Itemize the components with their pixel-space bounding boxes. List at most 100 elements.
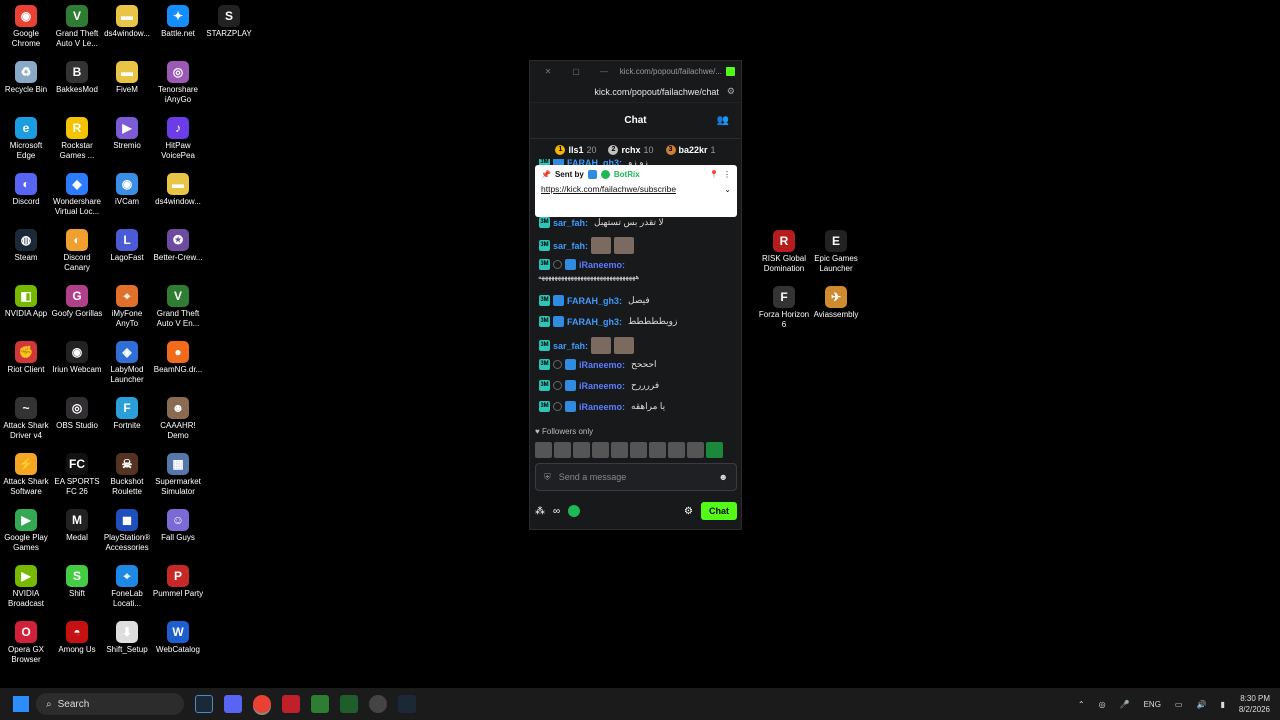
desktop-icon[interactable]: ◈ LabyMod Launcher: [101, 341, 153, 385]
chat-username[interactable]: FARAH_gh3:: [567, 296, 622, 306]
desktop-icon[interactable]: ◓ Among Us: [51, 621, 103, 655]
emote[interactable]: [668, 442, 685, 458]
desktop-icon[interactable]: ◧ NVIDIA App: [0, 285, 52, 319]
desktop-icon[interactable]: L LagoFast: [101, 229, 153, 263]
desktop-icon[interactable]: ◐ Discord Canary: [51, 229, 103, 273]
desktop-icon[interactable]: ♻ Recycle Bin: [0, 61, 52, 95]
more-icon[interactable]: ⋮: [723, 170, 731, 179]
message-input[interactable]: ⛨ Send a message ☻: [535, 463, 737, 491]
desktop-icon[interactable]: S STARZPLAY: [203, 5, 255, 39]
desktop-icon[interactable]: ✈ Aviassembly: [810, 286, 862, 320]
emote[interactable]: [706, 442, 723, 458]
emote[interactable]: [573, 442, 590, 458]
desktop-icon[interactable]: ◎ OBS Studio: [51, 397, 103, 431]
location-icon[interactable]: ◎: [1099, 700, 1106, 709]
desktop-icon[interactable]: P Pummel Party: [152, 565, 204, 599]
language-indicator[interactable]: ENG: [1144, 700, 1161, 709]
gta-taskbar-icon[interactable]: [340, 695, 358, 713]
desktop-icon[interactable]: ● BeamNG.dr...: [152, 341, 204, 375]
chat-username[interactable]: FARAH_gh3:: [567, 317, 622, 327]
desktop-icon[interactable]: F Fortnite: [101, 397, 153, 431]
desktop-icon[interactable]: ⌖ FoneLab Locati...: [101, 565, 153, 609]
volume-icon[interactable]: 🔊: [1196, 700, 1206, 709]
settings-gear-icon[interactable]: ⚙: [684, 506, 693, 517]
chat-username[interactable]: iRaneemo:: [579, 260, 625, 270]
emote[interactable]: [592, 442, 609, 458]
desktop-icon[interactable]: S Shift: [51, 565, 103, 599]
network-icon[interactable]: ▭: [1175, 700, 1183, 709]
tune-icon[interactable]: ⚙: [727, 86, 735, 97]
desktop-icon[interactable]: ⌖ iMyFone AnyTo: [101, 285, 153, 329]
chat-send-button[interactable]: Chat: [701, 502, 737, 520]
maximize-icon[interactable]: ▢: [562, 67, 590, 76]
taskbar-search[interactable]: ⌕ Search: [36, 693, 184, 715]
desktop-icon[interactable]: ◆ Wondershare Virtual Loc...: [51, 173, 103, 217]
desktop-icon[interactable]: O Opera GX Browser: [0, 621, 52, 665]
desktop-icon[interactable]: ✦ Battle.net: [152, 5, 204, 39]
emote[interactable]: [611, 442, 628, 458]
infinity-icon[interactable]: ∞: [553, 506, 560, 517]
address-bar[interactable]: kick.com/popout/failachwe/chat ⚙: [530, 81, 741, 103]
emote[interactable]: [630, 442, 647, 458]
desktop-icon[interactable]: ▦ Supermarket Simulator: [152, 453, 204, 497]
emote[interactable]: [535, 442, 552, 458]
desktop-icon[interactable]: M Medal: [51, 509, 103, 543]
desktop-icon[interactable]: ▶ NVIDIA Broadcast: [0, 565, 52, 609]
emote[interactable]: [554, 442, 571, 458]
desktop-icon[interactable]: F Forza Horizon 6: [758, 286, 810, 330]
desktop-icon[interactable]: R RISK Global Domination: [758, 230, 810, 274]
leaderboard-entry[interactable]: 3 ba22kr 1: [665, 145, 716, 155]
desktop-icon[interactable]: FC EA SPORTS FC 26: [51, 453, 103, 497]
leaderboard-entry[interactable]: 1 lls1 20: [555, 145, 596, 155]
desktop-icon[interactable]: B BakkesMod: [51, 61, 103, 95]
desktop-icon[interactable]: ▬ FiveM: [101, 61, 153, 95]
microphone-icon[interactable]: 🎤: [1120, 700, 1130, 709]
desktop-icon[interactable]: ◍ Steam: [0, 229, 52, 263]
chevron-down-icon[interactable]: ⌄: [724, 185, 731, 194]
chat-username[interactable]: iRaneemo:: [579, 402, 625, 412]
chat-username[interactable]: sar_fah:: [553, 241, 588, 251]
desktop-icon[interactable]: ☠ Buckshot Roulette: [101, 453, 153, 497]
leaderboard-entry[interactable]: 2 rchx 10: [608, 145, 654, 155]
desktop-icon[interactable]: ~ Attack Shark Driver v4: [0, 397, 52, 441]
nvidia-taskbar-icon[interactable]: [311, 695, 329, 713]
emote[interactable]: [687, 442, 704, 458]
desktop-icon[interactable]: ☺ Fall Guys: [152, 509, 204, 543]
unpin-icon[interactable]: 📍: [709, 170, 719, 179]
desktop-icon[interactable]: ▶ Stremio: [101, 117, 153, 151]
user-dots-icon[interactable]: ⁂: [535, 506, 545, 517]
chat-username[interactable]: iRaneemo:: [579, 381, 625, 391]
desktop-icon[interactable]: e Microsoft Edge: [0, 117, 52, 161]
desktop-icon[interactable]: ✪ Better-Crew...: [152, 229, 204, 263]
desktop-icon[interactable]: ⬇ Shift_Setup: [101, 621, 153, 655]
emote[interactable]: [649, 442, 666, 458]
desktop-icon[interactable]: ✊ Riot Client: [0, 341, 52, 375]
pinned-message[interactable]: 📌 Sent by BotRix 📍 ⋮ https://kick.com/fa…: [535, 165, 737, 217]
chevron-up-icon[interactable]: ⌃: [1078, 700, 1085, 709]
clock[interactable]: 8:30 PM 8/2/2026: [1239, 693, 1270, 715]
chat-username[interactable]: sar_fah:: [553, 218, 588, 228]
desktop-icon[interactable]: V Grand Theft Auto V En...: [152, 285, 204, 329]
desktop-icon[interactable]: R Rockstar Games ...: [51, 117, 103, 161]
discord-taskbar-icon[interactable]: [224, 695, 242, 713]
settings-taskbar-icon[interactable]: [369, 695, 387, 713]
steam2-taskbar-icon[interactable]: [398, 695, 416, 713]
desktop-icon[interactable]: ◉ iVCam: [101, 173, 153, 207]
desktop-icon[interactable]: ☻ CAAAHR! Demo: [152, 397, 204, 441]
desktop-icon[interactable]: W WebCatalog: [152, 621, 204, 655]
minimize-icon[interactable]: —: [590, 67, 618, 76]
users-icon[interactable]: 👥: [717, 115, 729, 126]
desktop-icon[interactable]: ▬ ds4window...: [152, 173, 204, 207]
desktop-icon[interactable]: G Goofy Gorillas: [51, 285, 103, 319]
battery-icon[interactable]: ▮: [1220, 700, 1224, 709]
chrome-taskbar-icon[interactable]: [253, 695, 271, 713]
pinned-link[interactable]: https://kick.com/failachwe/subscribe: [541, 184, 711, 195]
windows-start-icon[interactable]: [13, 696, 29, 712]
desktop-icon[interactable]: ◉ Iriun Webcam: [51, 341, 103, 375]
desktop-icon[interactable]: ◼ PlayStation® Accessories: [101, 509, 153, 553]
desktop-icon[interactable]: ◎ Tenorshare iAnyGo: [152, 61, 204, 105]
desktop-icon[interactable]: ◉ Google Chrome: [0, 5, 52, 49]
chat-username[interactable]: sar_fah:: [553, 341, 588, 351]
desktop-icon[interactable]: ▶ Google Play Games: [0, 509, 52, 553]
desktop-icon[interactable]: V Grand Theft Auto V Le...: [51, 5, 103, 49]
